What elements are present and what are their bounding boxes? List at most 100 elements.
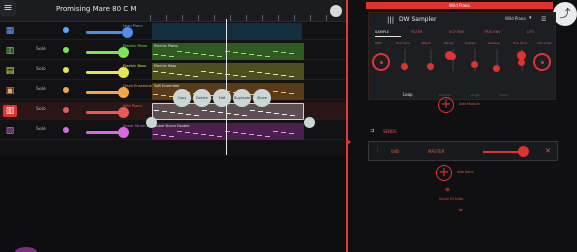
sends-icon: ⇉ [370,128,375,134]
track-solo-label[interactable]: Solo [36,87,46,92]
timeline-ruler[interactable] [150,0,346,22]
ruler-tick [294,15,295,21]
settings-icon[interactable]: ☰ [541,16,546,23]
param-slider-thumb[interactable] [493,65,500,72]
param-knob[interactable] [533,53,551,71]
param-knob[interactable] [372,53,390,71]
track-color-dot[interactable] [63,27,69,33]
tab-sample[interactable]: SAMPLE [375,30,389,34]
param-slider-thumb[interactable] [401,63,408,70]
context-duplicate-button[interactable]: Duplicate [233,89,251,107]
param-slider-thumb[interactable] [518,59,525,66]
tab-vcf-env[interactable]: VCF ENV [449,30,464,34]
drum-icon[interactable]: ▣ [3,85,17,97]
note [250,110,255,111]
param-button[interactable] [445,51,454,60]
drag-handle-icon[interactable]: ⋮ [375,147,380,153]
param-label: Release [488,41,500,45]
track-volume-slider[interactable] [86,51,120,54]
track-color-dot[interactable] [63,47,69,53]
tab-filter[interactable]: FILTER [411,30,422,34]
step-label[interactable]: Length [470,93,480,97]
note [289,133,294,134]
grip-icon[interactable]: ||| [387,16,394,24]
track-volume-knob[interactable] [118,67,129,78]
app-root: ≡ Promising Mare 80 C M ▦ Lead Piano ▥ Solo… [0,0,577,252]
record-button[interactable] [330,5,342,17]
track-row[interactable]: ▧ Solo Snare Strum Double Snare Strum Doubl… [0,122,346,140]
clip-resize-handle[interactable] [304,117,315,128]
track-row[interactable]: ▤ Solo Electric Bass Electric Bass [0,62,346,80]
param-button[interactable] [517,51,526,60]
note [161,135,166,136]
grid-icon[interactable]: ▦ [3,25,17,37]
tab-trig-env[interactable]: TRIG ENV [484,30,501,34]
track-row[interactable]: ▥ Solo Wild Piano [0,102,346,120]
share-fab[interactable]: ⤴ [553,2,577,26]
avatar-partial[interactable] [15,247,37,252]
clip-notes [153,51,303,57]
track-solo-label[interactable]: Solo [36,67,46,72]
ruler-tick [278,15,279,21]
track-color-dot[interactable] [63,67,69,73]
close-icon[interactable]: ✕ [545,147,551,155]
track-color-dot[interactable] [63,127,69,133]
track-volume-slider[interactable] [86,31,122,34]
note [185,52,190,53]
bass-icon[interactable]: ▤ [3,65,17,77]
track-row[interactable]: ▦ Lead Piano [0,22,346,40]
clip[interactable] [152,103,304,120]
collapse-panel-caret[interactable] [346,138,351,146]
scroll-icon: ≡ [445,186,451,193]
track-volume-knob[interactable] [122,27,133,38]
add-module-button[interactable]: + [438,97,454,113]
track-solo-label[interactable]: Solo [36,107,46,112]
track-volume-slider[interactable] [86,131,120,134]
note [281,52,286,53]
track-volume-slider[interactable] [86,71,120,74]
loop-toggle[interactable]: Loop [403,92,413,97]
context-copy-button[interactable]: Copy [173,89,191,107]
add-module-label: Add Module [459,102,480,106]
add-send-button[interactable]: + [436,165,452,181]
context-share-button[interactable]: Share [253,89,271,107]
clip[interactable]: Snare Strum Double [152,123,304,140]
device-card: ||| DW Sampler Wild Piano ▾ ☰ SAMPLE FILT… [368,12,556,100]
track-volume-slider[interactable] [86,111,120,114]
piano-icon[interactable]: ▥ [3,105,17,117]
send-level-track[interactable] [483,151,523,153]
send-level-knob[interactable] [518,146,529,157]
context-delete-button[interactable]: Delete [193,89,211,107]
track-volume-slider[interactable] [86,91,120,94]
clip[interactable]: Electric Bass [152,63,304,80]
active-tab-indicator [375,36,401,37]
track-row[interactable]: ▥ Solo Electric Piano Electric Piano [0,42,346,60]
track-volume-knob[interactable] [118,107,129,118]
context-edit-button[interactable]: Edit [213,89,231,107]
param-slider-thumb[interactable] [471,61,478,68]
clip-resize-handle[interactable] [146,117,157,128]
track-solo-label[interactable]: Solo [36,127,46,132]
strum-icon[interactable]: ▧ [3,125,17,137]
param-slider-thumb[interactable] [427,63,434,70]
track-color-dot[interactable] [63,87,69,93]
tab-lfo[interactable]: LFO [527,30,534,34]
playhead[interactable] [226,19,227,155]
note [209,55,214,56]
track-volume-knob[interactable] [118,87,129,98]
chevron-down-icon[interactable]: ▾ [529,15,532,21]
step-label[interactable]: Speed [499,93,508,97]
note [161,72,166,73]
track-volume-knob[interactable] [118,47,129,58]
track-volume-knob[interactable] [118,127,129,138]
clip[interactable] [152,23,302,40]
menu-button[interactable]: ≡ [0,0,16,16]
piano-icon[interactable]: ▥ [3,45,17,57]
note [274,113,279,114]
preset-selector[interactable]: Wild Piano [505,16,526,21]
chevron-down-icon[interactable]: ⌄ [457,204,465,214]
track-solo-label[interactable]: Solo [36,47,46,52]
track-color-dot[interactable] [63,107,69,113]
send-target[interactable]: MASTER [428,149,444,154]
clip[interactable]: Electric Piano [152,43,304,60]
